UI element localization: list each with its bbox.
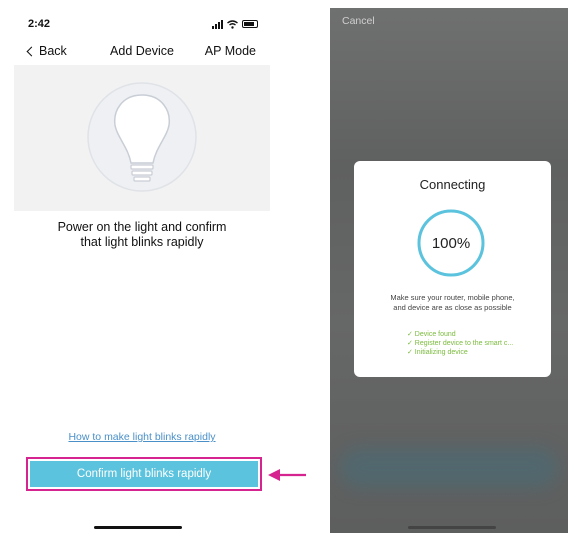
tip-text: Make sure your router, mobile phone, and…: [354, 293, 551, 313]
home-indicator: [408, 526, 496, 529]
cancel-button[interactable]: Cancel: [342, 15, 375, 27]
status-bar: 2:42: [14, 8, 270, 36]
signal-icon: [212, 19, 223, 29]
light-illustration-panel: [14, 65, 270, 211]
home-indicator: [94, 526, 182, 529]
instruction-line: Power on the light and confirm: [57, 220, 227, 234]
confirm-button[interactable]: Confirm light blinks rapidly: [30, 461, 258, 487]
blurred-background: [340, 448, 558, 488]
tip-line: Make sure your router, mobile phone,: [390, 293, 515, 302]
tip-line: and device are as close as possible: [393, 303, 512, 312]
arrow-left-icon: [268, 469, 306, 481]
light-bulb-icon: [87, 82, 197, 192]
status-time: 2:42: [28, 18, 51, 30]
instruction-line: that light blinks rapidly: [80, 235, 204, 249]
step-item: ✓ Initializing device: [407, 349, 468, 356]
instruction-text: Power on the light and confirm that ligh…: [14, 220, 270, 250]
status-icons: [212, 18, 258, 30]
step-item: ✓ Device found: [407, 331, 456, 338]
battery-icon: [242, 20, 258, 28]
highlight-box: Confirm light blinks rapidly: [26, 457, 262, 491]
connecting-dialog: Connecting 100% Make sure your router, m…: [354, 161, 551, 377]
nav-bar: Back Add Device AP Mode: [14, 42, 270, 66]
help-link[interactable]: How to make light blinks rapidly: [14, 431, 270, 443]
progress-percentage: 100%: [431, 234, 471, 252]
add-device-screen: 2:42 Back Add Device AP Mode Power on th…: [14, 8, 270, 533]
dialog-title: Connecting: [419, 177, 486, 192]
step-list: ✓ Device found ✓ Register device to the …: [407, 330, 513, 357]
wifi-icon: [227, 19, 238, 29]
ap-mode-button[interactable]: AP Mode: [205, 44, 256, 58]
connecting-screen: Cancel Connecting 100% Make sure your ro…: [330, 8, 568, 533]
step-item: ✓ Register device to the smart c...: [407, 340, 514, 347]
